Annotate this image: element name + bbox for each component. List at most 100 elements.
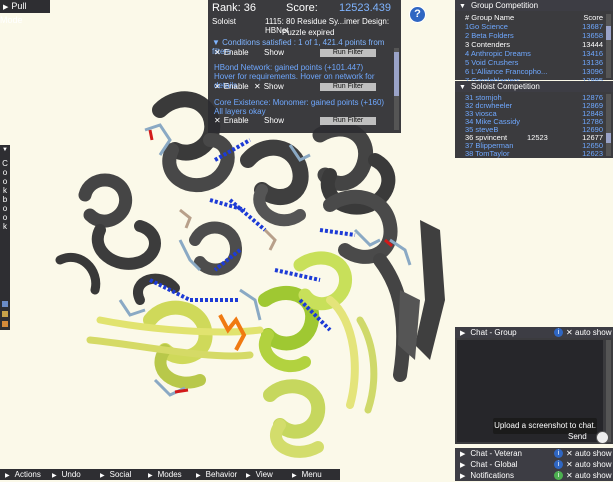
script-icon[interactable]: [2, 311, 8, 317]
triangle-right-icon: ▶: [52, 473, 57, 479]
col-score: Score: [583, 13, 603, 22]
send-button[interactable]: Send: [568, 432, 587, 441]
group-score: 13416: [582, 49, 603, 58]
auto-show-toggle[interactable]: auto show: [575, 459, 611, 470]
enable-checkbox-hbond[interactable]: ✕ Enable: [214, 82, 249, 91]
rank-text: Rank: 36: [212, 2, 257, 14]
show-checkbox-top[interactable]: Show: [264, 48, 284, 57]
soloist-competition-header[interactable]: ▼ Soloist Competition: [455, 81, 613, 92]
info-icon[interactable]: i: [554, 449, 563, 458]
score-panel: Rank: 36 Score: 12523.439 Soloist 1115: …: [208, 0, 401, 133]
cookbook-letter: k: [3, 186, 7, 195]
check-icon: ✕: [214, 48, 221, 57]
triangle-down-icon: ▼: [459, 3, 466, 10]
show-label: Show: [263, 82, 284, 91]
triangle-down-icon: ▼: [459, 84, 466, 91]
run-filter-button-hbond[interactable]: Run Filter: [320, 83, 376, 91]
soloist-scrollbar[interactable]: [606, 94, 611, 156]
soloist-score: 12623: [582, 149, 603, 158]
auto-show-toggle[interactable]: auto show: [575, 448, 611, 459]
show-checkbox-core[interactable]: Show: [264, 116, 284, 125]
soloist-competition-panel: ▼ Soloist Competition 31 stomjoh 12876 32 …: [455, 81, 613, 158]
auto-show-toggle[interactable]: auto show: [575, 327, 611, 338]
menu-social[interactable]: ▶ Social: [100, 469, 131, 482]
chat-global-header[interactable]: ▶ Chat - Global i ✕ auto show: [455, 459, 613, 470]
cookbook-letter: C: [2, 159, 8, 168]
recipe-icon[interactable]: [2, 301, 8, 307]
group-scrollbar[interactable]: [606, 14, 611, 78]
score-label: Score:: [286, 2, 318, 14]
info-icon[interactable]: i: [554, 471, 563, 480]
cookbook-letter: o: [2, 213, 8, 222]
menu-undo[interactable]: ▶ Undo: [52, 469, 81, 482]
chat-group-title: Chat - Group: [470, 328, 517, 337]
core-existence-hint: All layers okay: [214, 107, 266, 116]
triangle-right-icon: ▶: [5, 473, 10, 479]
menu-label: View: [255, 470, 273, 479]
table-row[interactable]: 4 Anthropic Dreams 13416: [455, 49, 613, 58]
menu-behavior[interactable]: ▶ Behavior: [196, 469, 237, 482]
triangle-right-icon: ▶: [460, 330, 466, 337]
group-name: 3 Contenders: [465, 40, 511, 49]
chat-veteran-title: Chat - Veteran: [470, 449, 522, 458]
triangle-right-icon: ▶: [460, 473, 466, 480]
run-filter-button-core[interactable]: Run Filter: [320, 117, 376, 125]
close-icon[interactable]: ✕: [566, 459, 573, 470]
menu-view[interactable]: ▶ View: [246, 469, 273, 482]
triangle-right-icon: ▶: [460, 451, 466, 458]
recipe-folder-icon[interactable]: [2, 321, 8, 327]
pull-mode-button[interactable]: ▶ Pull Mode: [0, 0, 50, 25]
soloist-scroll-thumb[interactable]: [606, 133, 611, 143]
cookbook-letter: k: [3, 222, 7, 231]
show-checkbox-hbond[interactable]: ✕ Show: [254, 82, 284, 91]
menu-menu[interactable]: ▶ Menu: [292, 469, 322, 482]
menu-actions[interactable]: ▶ Actions: [5, 469, 41, 482]
notifications-header[interactable]: ▶ Notifications i ✕ auto show: [455, 470, 613, 481]
menu-modes[interactable]: ▶ Modes: [148, 469, 182, 482]
bottom-menu-bar: ▶ Actions ▶ Undo ▶ Social ▶ Modes ▶ Behavior …: [0, 469, 340, 480]
cookbook-letter: o: [2, 168, 8, 177]
table-row[interactable]: 38 TomTaylor 12623: [455, 149, 613, 158]
table-row[interactable]: 2 Beta Folders 13658: [455, 31, 613, 40]
chat-group-header[interactable]: ▶ Chat - Group i ✕ auto show: [455, 327, 613, 338]
soloist-name: 38 TomTaylor: [465, 149, 510, 158]
table-row[interactable]: 6 L'Alliance Francopho... 13096: [455, 67, 613, 76]
group-score: 13687: [582, 22, 603, 31]
cookbook-letter: b: [2, 195, 8, 204]
close-icon[interactable]: ✕: [566, 470, 573, 481]
menu-label: Behavior: [205, 470, 238, 479]
check-icon: ✕: [214, 82, 221, 91]
auto-show-toggle[interactable]: auto show: [575, 470, 611, 481]
triangle-right-icon: ▶: [292, 473, 297, 479]
cookbook-letter: o: [2, 204, 8, 213]
core-existence-desc: Core Existence: Monomer: gained points (…: [214, 98, 385, 107]
enable-checkbox-core[interactable]: ✕ Enable: [214, 116, 249, 125]
menu-label: Undo: [61, 470, 81, 479]
score-value: 12523.439: [339, 2, 391, 14]
close-icon[interactable]: ✕: [566, 448, 573, 459]
group-name: 1Go Science: [465, 22, 508, 31]
chat-global-title: Chat - Global: [470, 460, 518, 469]
table-row[interactable]: 3 Contenders 13444: [455, 40, 613, 49]
chat-collapsed-panels: ▶ Chat - Veteran i ✕ auto show ▶ Chat - Gl…: [455, 448, 613, 481]
filters-scroll-thumb[interactable]: [394, 52, 399, 96]
triangle-down-icon: ▼: [2, 147, 8, 153]
run-filter-button-top[interactable]: Run Filter: [320, 49, 376, 57]
soloist-competition-title: Soloist Competition: [470, 82, 540, 91]
table-row[interactable]: 1Go Science 13687: [455, 22, 613, 31]
group-competition-panel: ▼ Group Competition # Group Name Score 1Go…: [455, 0, 613, 85]
chat-scrollbar[interactable]: [606, 340, 611, 442]
table-row[interactable]: 5 Void Crushers 13136: [455, 58, 613, 67]
triangle-right-icon: ▶: [246, 473, 251, 479]
info-icon[interactable]: i: [554, 328, 563, 337]
group-name: 2 Beta Folders: [465, 31, 514, 40]
cookbook-panel[interactable]: ▼ C o o k b o o k: [0, 145, 10, 330]
close-icon[interactable]: ✕: [566, 327, 573, 338]
enable-checkbox-top[interactable]: ✕ Enable: [214, 48, 249, 57]
info-icon[interactable]: i: [554, 460, 563, 469]
group-scroll-thumb[interactable]: [606, 26, 611, 40]
history-icon[interactable]: [596, 431, 609, 444]
help-button[interactable]: ?: [409, 6, 426, 23]
group-competition-header[interactable]: ▼ Group Competition: [455, 0, 613, 11]
chat-veteran-header[interactable]: ▶ Chat - Veteran i ✕ auto show: [455, 448, 613, 459]
